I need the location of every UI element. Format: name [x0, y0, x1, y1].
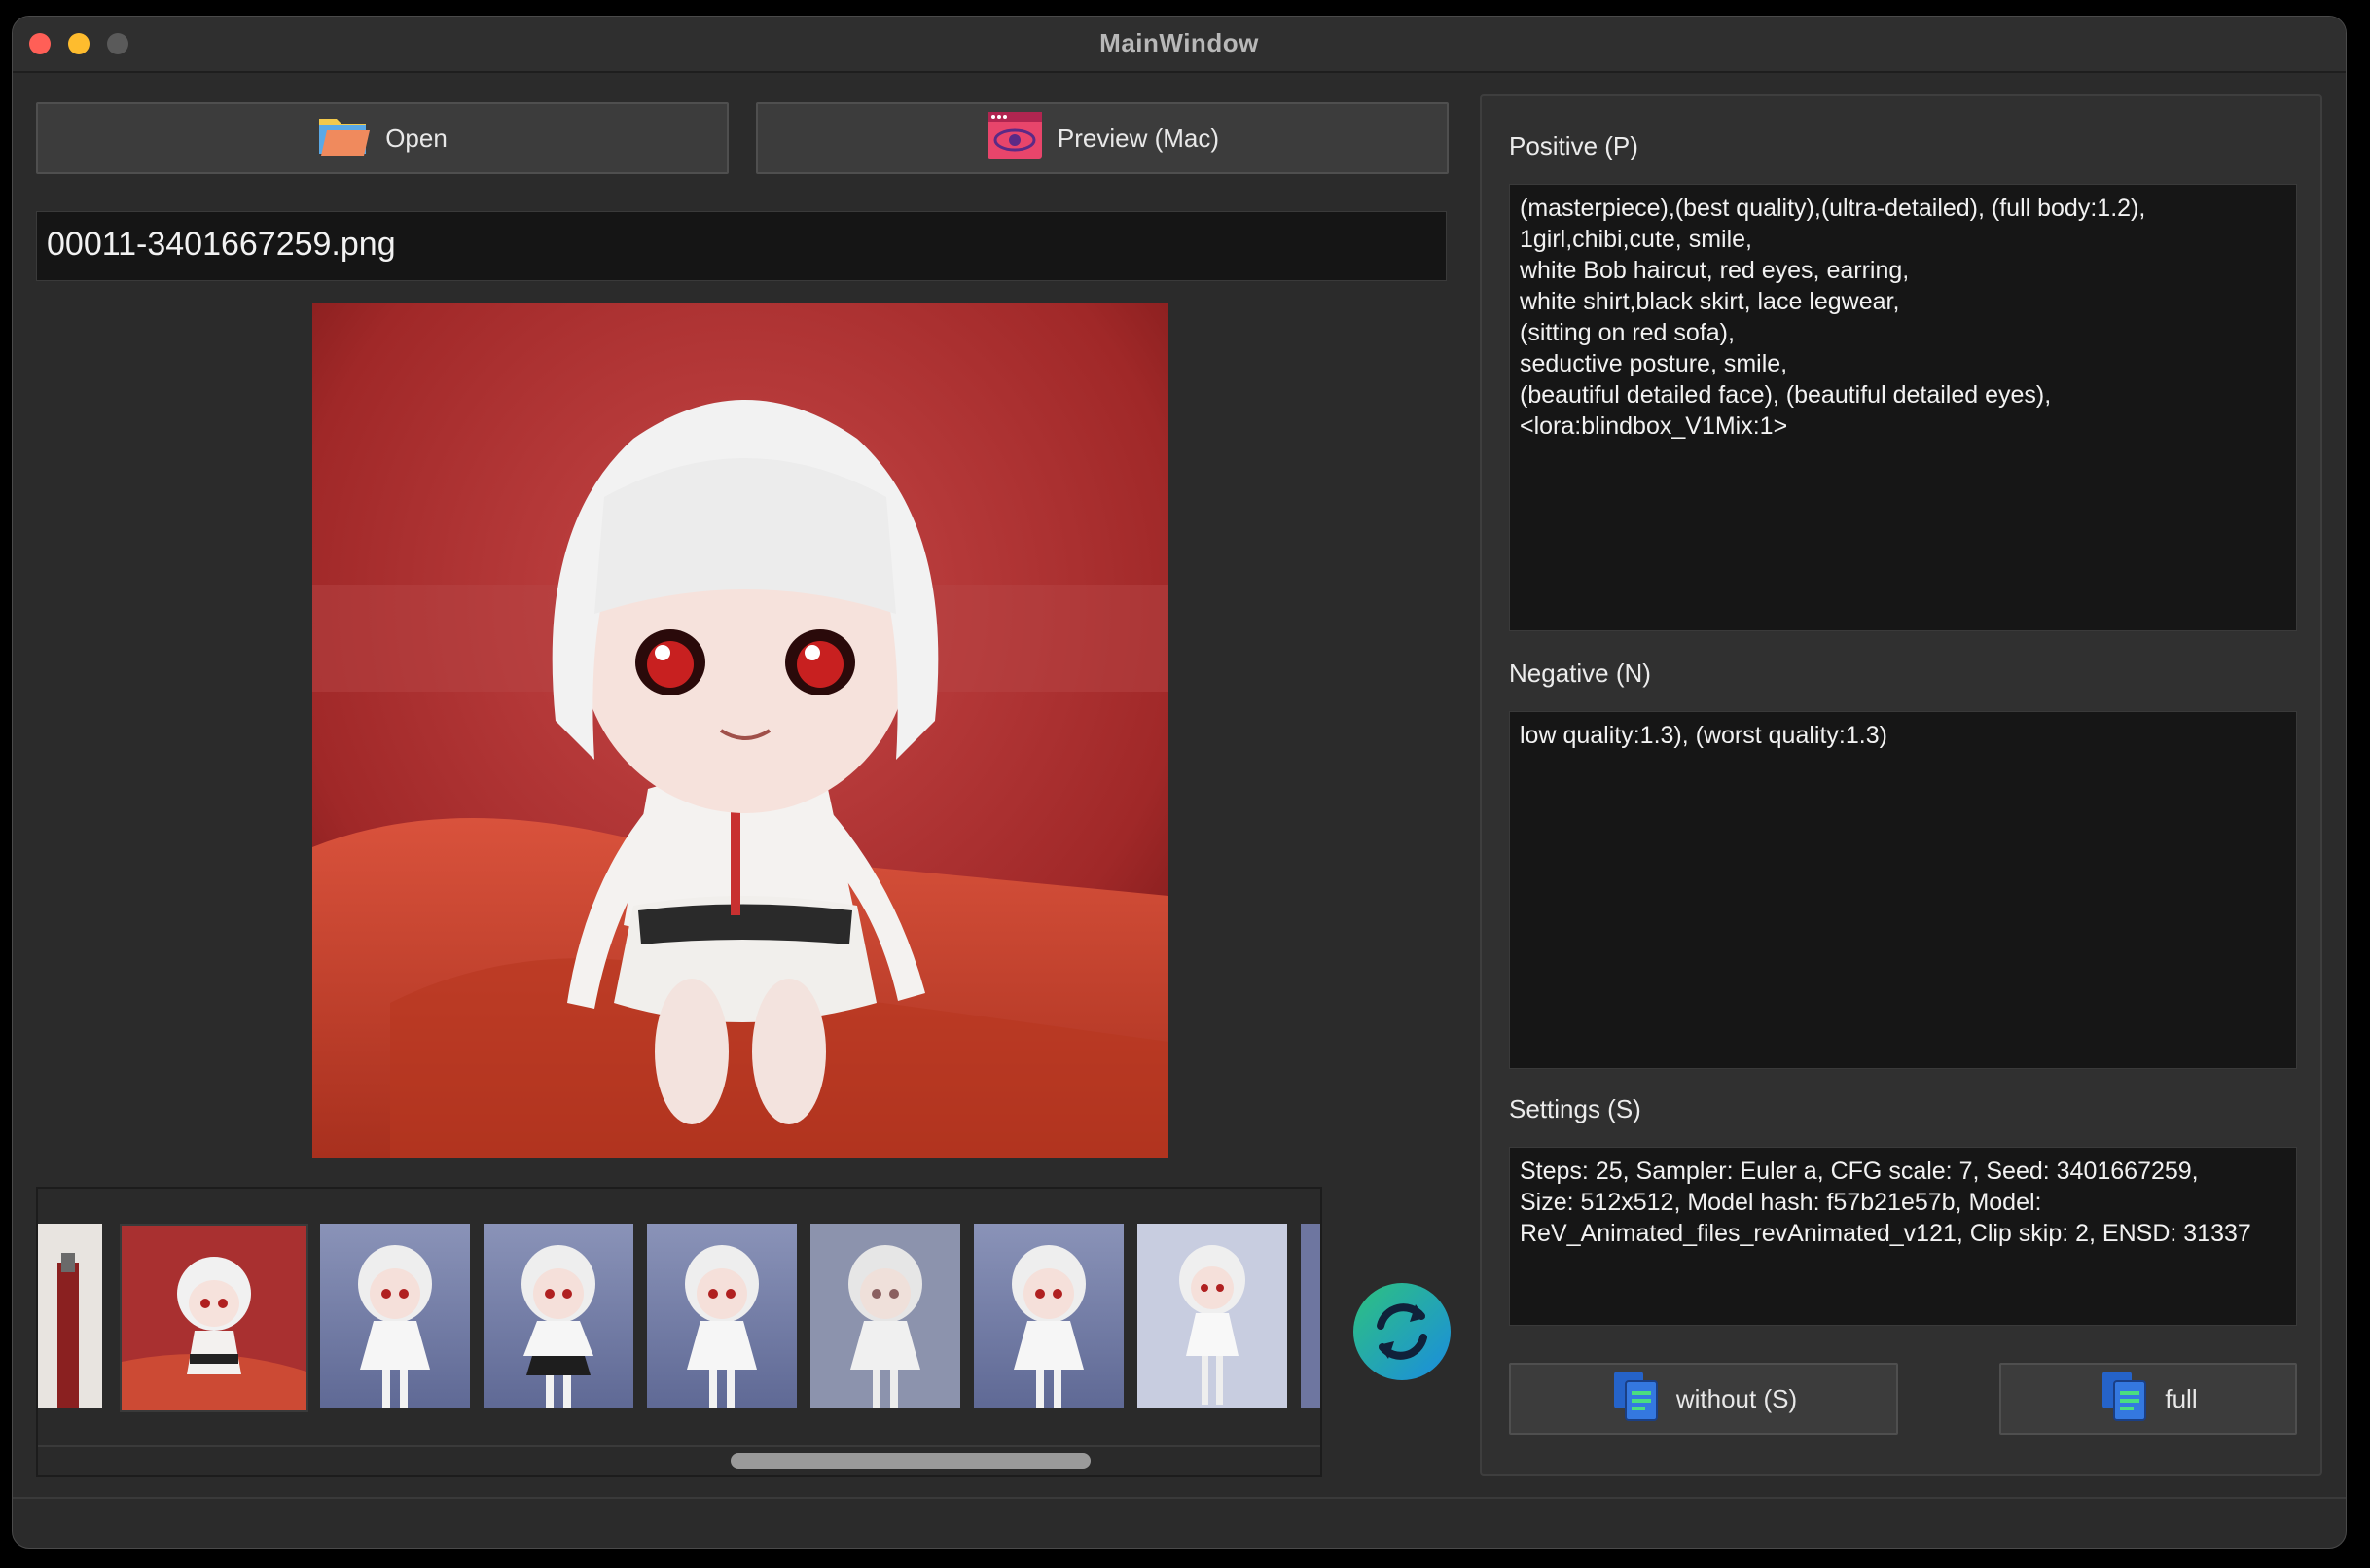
- refresh-button[interactable]: [1351, 1281, 1453, 1382]
- full-label: full: [2165, 1383, 2198, 1413]
- preview-mac-button[interactable]: Preview (Mac): [756, 102, 1449, 174]
- folder-icon: [317, 111, 372, 166]
- scrollbar-thumb[interactable]: [731, 1453, 1091, 1469]
- status-bar-divider: [13, 1497, 2346, 1499]
- thumbnail[interactable]: [38, 1224, 102, 1408]
- copy-without-settings-button[interactable]: without (S): [1509, 1363, 1898, 1435]
- thumbnail-strip[interactable]: [36, 1187, 1322, 1477]
- window-title: MainWindow: [1099, 28, 1259, 57]
- thumbnail[interactable]: [810, 1224, 960, 1408]
- preview-button-label: Preview (Mac): [1057, 123, 1220, 153]
- open-button[interactable]: Open: [36, 102, 729, 174]
- settings-label: Settings (S): [1509, 1094, 1641, 1123]
- image-preview: [312, 303, 1168, 1158]
- thumbnail[interactable]: [974, 1224, 1124, 1408]
- thumbnail[interactable]: [320, 1224, 470, 1408]
- copy-document-icon: [1610, 1368, 1663, 1431]
- negative-label: Negative (N): [1509, 659, 1651, 688]
- negative-prompt-textbox[interactable]: low quality:1.3), (worst quality:1.3): [1509, 711, 2297, 1069]
- preview-eye-icon: [986, 110, 1044, 167]
- filename-field: 00011-3401667259.png: [36, 211, 1447, 281]
- thumbnail[interactable]: [1301, 1224, 1320, 1408]
- positive-label: Positive (P): [1509, 131, 1638, 160]
- thumbnail[interactable]: [647, 1224, 797, 1408]
- positive-prompt-textbox[interactable]: (masterpiece),(best quality),(ultra-deta…: [1509, 184, 2297, 631]
- thumbnail[interactable]: [1137, 1224, 1287, 1408]
- metadata-panel: Positive (P) (masterpiece),(best quality…: [1480, 94, 2322, 1476]
- thumbnail[interactable]: [484, 1224, 633, 1408]
- open-button-label: Open: [385, 123, 448, 153]
- settings-textbox[interactable]: Steps: 25, Sampler: Euler a, CFG scale: …: [1509, 1147, 2297, 1326]
- without-settings-label: without (S): [1675, 1383, 1798, 1413]
- main-window: MainWindow Open Preview (Mac) 00011-3401…: [12, 16, 2347, 1549]
- copy-full-button[interactable]: full: [1999, 1363, 2297, 1435]
- title-bar: MainWindow: [13, 17, 2346, 73]
- copy-document-icon: [2099, 1368, 2151, 1431]
- refresh-icon: [1351, 1283, 1453, 1386]
- thumbnail-selected[interactable]: [120, 1224, 308, 1412]
- thumbnail-scrollbar[interactable]: [38, 1445, 1320, 1475]
